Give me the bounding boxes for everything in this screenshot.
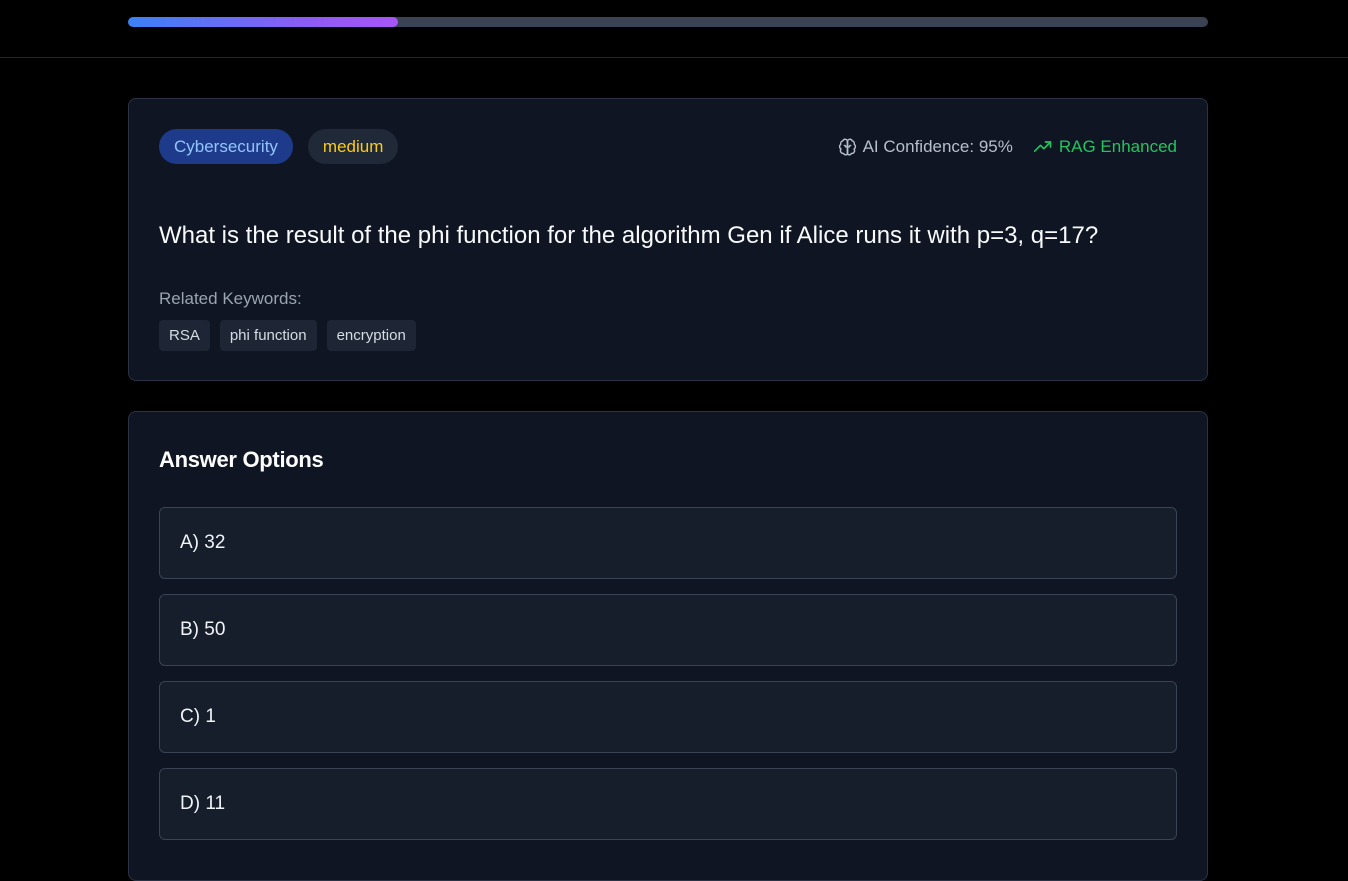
answer-options-list: A) 32 B) 50 C) 1 D) 11 [159, 507, 1177, 855]
answer-option-c[interactable]: C) 1 [159, 681, 1177, 753]
keyword-chip: encryption [326, 320, 416, 351]
quiz-progress-fill [128, 17, 398, 27]
brain-icon [838, 138, 856, 156]
difficulty-tag: medium [307, 129, 399, 164]
answers-title: Answer Options [159, 447, 324, 472]
question-meta: AI Confidence: 95% RAG Enhanced [838, 137, 1177, 157]
question-text: What is the result of the phi function f… [159, 222, 1099, 249]
quiz-progress-bar [128, 17, 1208, 27]
question-card: Cybersecurity medium AI Confidence: 95% … [128, 98, 1208, 381]
answers-card: Answer Options A) 32 B) 50 C) 1 D) 11 [128, 411, 1208, 881]
top-bar [0, 0, 1348, 58]
question-tags: Cybersecurity medium [159, 129, 399, 164]
keyword-chip: phi function [219, 320, 317, 351]
topic-tag: Cybersecurity [159, 129, 293, 164]
ai-confidence-label: AI Confidence: 95% [862, 137, 1013, 156]
ai-confidence: AI Confidence: 95% [838, 137, 1013, 157]
keyword-chip: RSA [159, 320, 210, 351]
rag-indicator: RAG Enhanced [1033, 137, 1177, 157]
answer-option-d[interactable]: D) 11 [159, 768, 1177, 840]
answer-option-b[interactable]: B) 50 [159, 594, 1177, 666]
rag-label: RAG Enhanced [1058, 137, 1177, 156]
trending-up-icon [1033, 141, 1052, 152]
keywords-list: RSA phi function encryption [159, 320, 416, 351]
keywords-label: Related Keywords: [159, 289, 302, 308]
answer-option-a[interactable]: A) 32 [159, 507, 1177, 579]
